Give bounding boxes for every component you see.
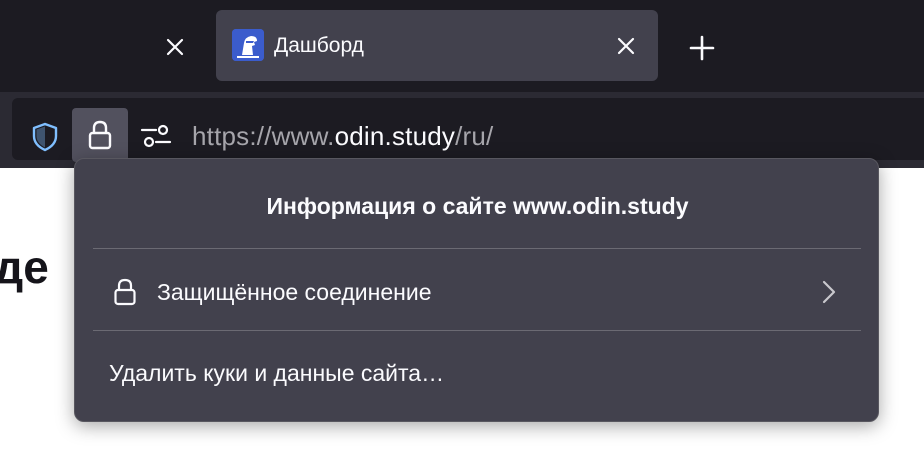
- tab-dashboard[interactable]: Дашборд: [216, 10, 658, 81]
- clear-cookies-label: Удалить куки и данные сайта…: [109, 360, 445, 386]
- shield-icon: [32, 122, 58, 152]
- odin-favicon-icon: [232, 29, 264, 61]
- navigation-toolbar: https://www.odin.study/ru/: [0, 92, 924, 168]
- lock-icon: [88, 120, 112, 150]
- url-path: /ru/: [455, 121, 494, 151]
- close-icon: [617, 37, 635, 55]
- secure-connection-item[interactable]: Защищённое соединение: [91, 259, 863, 325]
- url-bar[interactable]: https://www.odin.study/ru/: [12, 98, 924, 162]
- permissions-icon: [140, 124, 172, 148]
- url-text[interactable]: https://www.odin.study/ru/: [192, 121, 493, 152]
- site-info-button[interactable]: [72, 108, 128, 162]
- url-subdomain: www.: [271, 121, 335, 151]
- url-scheme: https://: [192, 121, 272, 151]
- site-info-panel: Информация о сайте www.odin.study Защищё…: [74, 158, 879, 422]
- close-icon: [166, 38, 184, 56]
- divider: [93, 330, 861, 331]
- lock-icon: [109, 275, 141, 309]
- tracking-protection-button[interactable]: [28, 120, 62, 154]
- close-tab-button[interactable]: [160, 32, 190, 62]
- tab-strip: Дашборд: [0, 0, 924, 92]
- chevron-right-icon: [815, 277, 843, 307]
- permissions-button[interactable]: [140, 122, 172, 150]
- url-host: odin.study: [334, 121, 456, 151]
- panel-title: Информация о сайте www.odin.study: [266, 193, 689, 219]
- divider: [93, 248, 861, 249]
- tab-title: Дашборд: [274, 34, 364, 57]
- plus-icon: [689, 35, 715, 61]
- new-tab-button[interactable]: [684, 30, 720, 66]
- secure-connection-label: Защищённое соединение: [157, 279, 432, 305]
- page-heading: де: [0, 241, 49, 293]
- clear-cookies-item[interactable]: Удалить куки и данные сайта…: [91, 343, 863, 403]
- close-active-tab-button[interactable]: [612, 32, 640, 60]
